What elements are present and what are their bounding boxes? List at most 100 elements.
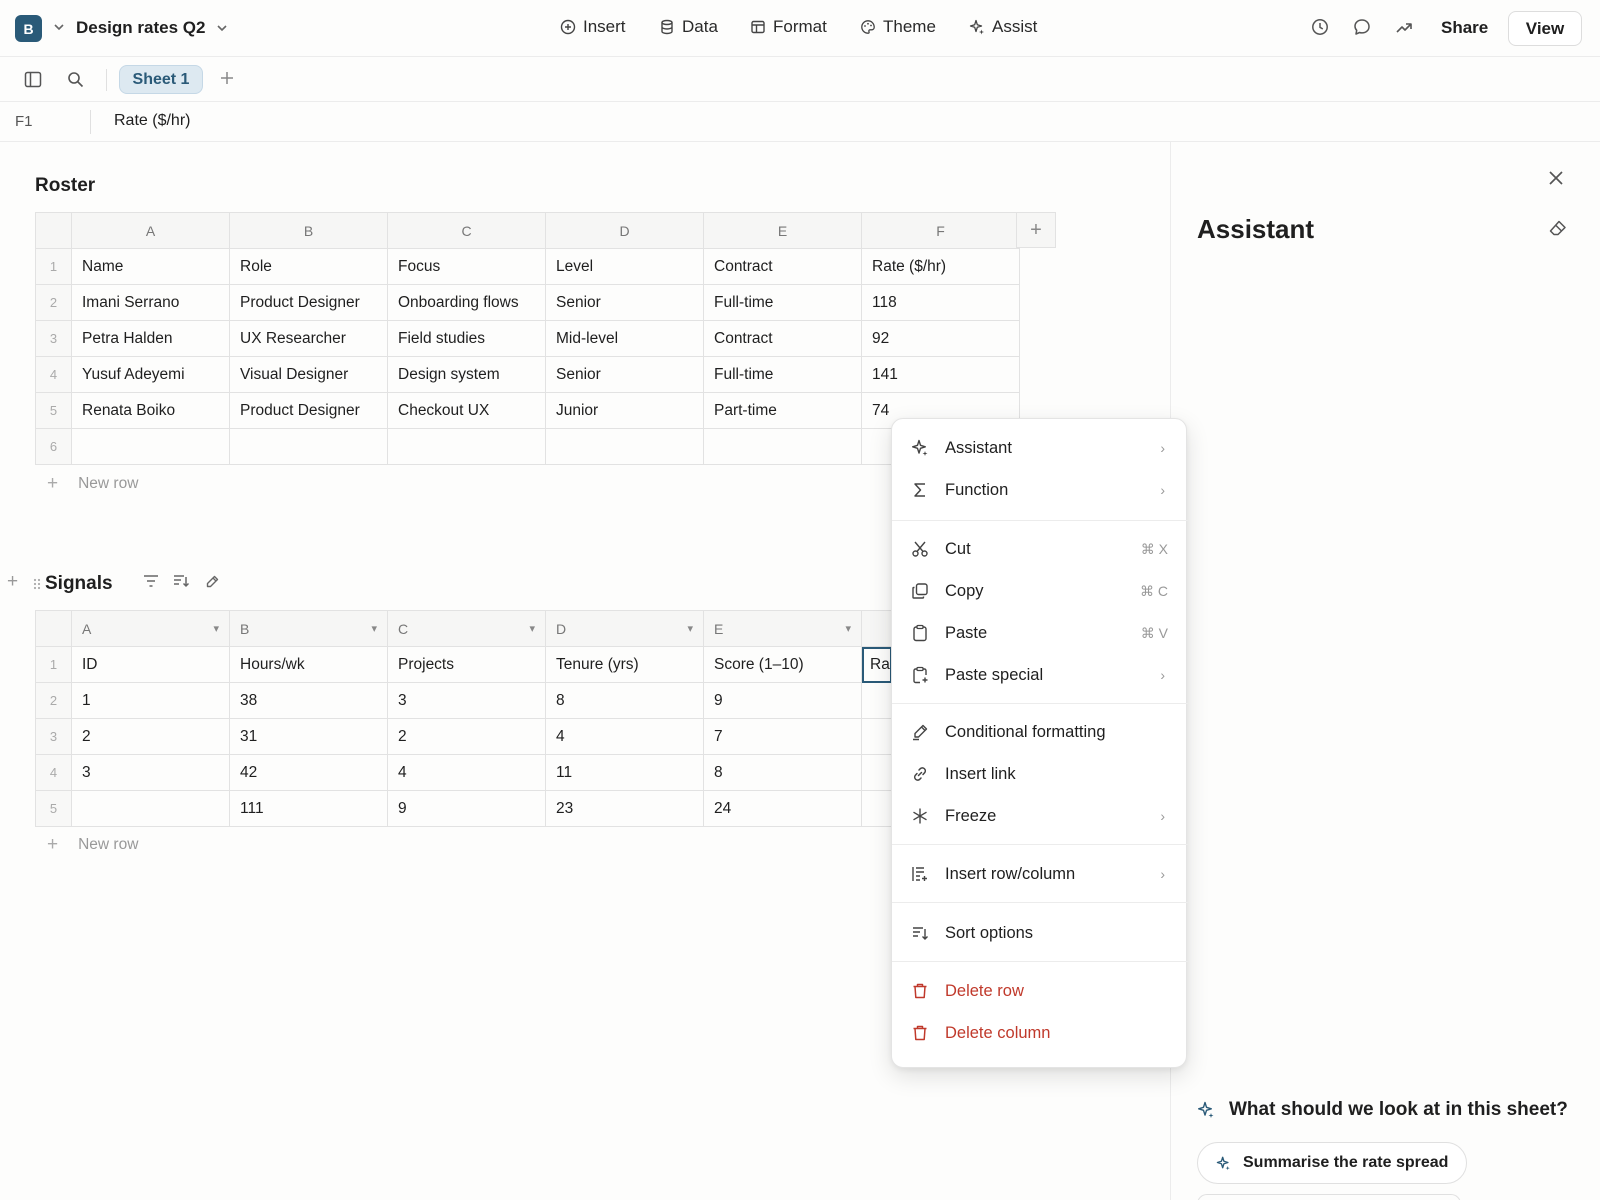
cell-reference[interactable]: F1 (15, 113, 33, 130)
row-number[interactable]: 6 (35, 428, 72, 465)
row-number[interactable]: 4 (35, 356, 72, 393)
menu-item-copy[interactable]: Copy ⌘ C (892, 571, 1188, 611)
table-cell[interactable]: Product Designer (229, 284, 388, 321)
table-cell[interactable]: Senior (545, 284, 704, 321)
table-cell[interactable]: Renata Boiko (71, 392, 230, 429)
table-cell[interactable] (861, 718, 892, 755)
table-cell[interactable]: 141 (861, 356, 1020, 393)
table-cell[interactable]: 8 (703, 754, 862, 791)
table-cell[interactable]: 2 (71, 718, 230, 755)
row-number[interactable]: 1 (35, 248, 72, 285)
table-cell[interactable]: Design system (387, 356, 546, 393)
search-icon[interactable] (67, 71, 84, 88)
highlighter-icon[interactable] (204, 574, 220, 590)
formula-input[interactable]: Rate ($/hr) (114, 112, 190, 130)
table-cell[interactable] (861, 754, 892, 791)
roster-col-c-header[interactable]: C (387, 212, 546, 249)
tab-sheet-1[interactable]: Sheet 1 (119, 65, 203, 94)
table-cell[interactable] (387, 428, 546, 465)
sidebar-toggle-icon[interactable] (24, 71, 42, 88)
table-cell[interactable]: Full-time (703, 284, 862, 321)
table-cell[interactable]: 1 (71, 682, 230, 719)
table-cell[interactable]: 4 (387, 754, 546, 791)
table-cell[interactable]: Focus (387, 248, 546, 285)
table-cell[interactable] (229, 428, 388, 465)
table-cell[interactable]: Part-time (703, 392, 862, 429)
trending-up-icon[interactable] (1395, 18, 1413, 36)
table-cell[interactable]: 38 (229, 682, 388, 719)
table-cell[interactable]: 118 (861, 284, 1020, 321)
menu-item-delete-row[interactable]: Delete row (892, 971, 1188, 1011)
signals-corner-cell[interactable] (35, 610, 72, 647)
roster-corner-cell[interactable] (35, 212, 72, 249)
sort-icon[interactable] (173, 574, 190, 590)
table-cell[interactable] (71, 428, 230, 465)
row-number[interactable]: 3 (35, 718, 72, 755)
row-number[interactable]: 3 (35, 320, 72, 357)
menu-item-freeze[interactable]: Freeze › (892, 796, 1188, 836)
table-cell[interactable] (71, 790, 230, 827)
menu-item-function[interactable]: Function › (892, 470, 1188, 510)
share-button[interactable]: Share (1441, 18, 1488, 38)
row-number[interactable]: 2 (35, 682, 72, 719)
table-cell[interactable]: 3 (387, 682, 546, 719)
history-clock-icon[interactable] (1311, 18, 1329, 36)
table-cell[interactable]: Mid-level (545, 320, 704, 357)
add-sheet-plus-icon[interactable] (219, 70, 235, 86)
drag-handle-icon[interactable] (33, 578, 41, 590)
workspace-logo[interactable]: B (15, 15, 42, 42)
suggestion-chip-partial[interactable] (1197, 1194, 1461, 1200)
theme-menu[interactable]: Theme (860, 17, 936, 37)
table-cell[interactable]: Projects (387, 646, 546, 683)
menu-item-paste[interactable]: Paste ⌘ V (892, 613, 1188, 653)
table-cell[interactable]: Petra Halden (71, 320, 230, 357)
eraser-icon[interactable] (1549, 220, 1567, 236)
menu-item-assistant[interactable]: Assistant › (892, 428, 1188, 468)
menu-item-delete-column[interactable]: Delete column (892, 1013, 1188, 1053)
table-cell[interactable]: 11 (545, 754, 704, 791)
table-cell[interactable]: Imani Serrano (71, 284, 230, 321)
row-number[interactable]: 2 (35, 284, 72, 321)
table-cell[interactable]: UX Researcher (229, 320, 388, 357)
table-cell[interactable]: 42 (229, 754, 388, 791)
signals-col-b-header[interactable]: B ▾ (229, 610, 388, 647)
table-cell[interactable]: 4 (545, 718, 704, 755)
table-cell[interactable]: 3 (71, 754, 230, 791)
table-cell[interactable]: 8 (545, 682, 704, 719)
table-cell[interactable]: Hours/wk (229, 646, 388, 683)
menu-item-insert-row-column[interactable]: Insert row/column › (892, 854, 1188, 894)
table-cell[interactable]: ID (71, 646, 230, 683)
signals-col-d-header[interactable]: D ▾ (545, 610, 704, 647)
table-cell[interactable]: 7 (703, 718, 862, 755)
title-chevron-down-icon[interactable] (216, 22, 228, 34)
table-cell[interactable]: Junior (545, 392, 704, 429)
signals-col-a-header[interactable]: A ▾ (71, 610, 230, 647)
table-cell[interactable]: Full-time (703, 356, 862, 393)
roster-new-row-button[interactable]: + New row (47, 473, 138, 495)
add-column-button[interactable]: + (1016, 212, 1056, 248)
table-cell[interactable]: Checkout UX (387, 392, 546, 429)
table-cell[interactable]: Role (229, 248, 388, 285)
table-cell[interactable]: Rate ($/hr) (861, 248, 1020, 285)
menu-item-paste-special[interactable]: Paste special › (892, 655, 1188, 695)
table-cell[interactable]: 24 (703, 790, 862, 827)
table-cell[interactable]: Senior (545, 356, 704, 393)
table-cell[interactable]: Yusuf Adeyemi (71, 356, 230, 393)
roster-col-b-header[interactable]: B (229, 212, 388, 249)
document-title[interactable]: Design rates Q2 (76, 18, 205, 38)
row-number[interactable]: 5 (35, 790, 72, 827)
table-cell[interactable]: Contract (703, 248, 862, 285)
signals-col-c-header[interactable]: C ▾ (387, 610, 546, 647)
menu-item-conditional-formatting[interactable]: Conditional formatting (892, 712, 1188, 752)
table-cell[interactable]: Name (71, 248, 230, 285)
roster-col-a-header[interactable]: A (71, 212, 230, 249)
table-cell[interactable]: Product Designer (229, 392, 388, 429)
table-cell[interactable]: 9 (387, 790, 546, 827)
table-cell[interactable] (861, 790, 892, 827)
insert-menu[interactable]: Insert (560, 17, 626, 37)
close-icon[interactable] (1548, 170, 1564, 186)
table-cell[interactable]: Level (545, 248, 704, 285)
table-cell[interactable]: 2 (387, 718, 546, 755)
menu-item-cut[interactable]: Cut ⌘ X (892, 529, 1188, 569)
table-cell[interactable]: Tenure (yrs) (545, 646, 704, 683)
